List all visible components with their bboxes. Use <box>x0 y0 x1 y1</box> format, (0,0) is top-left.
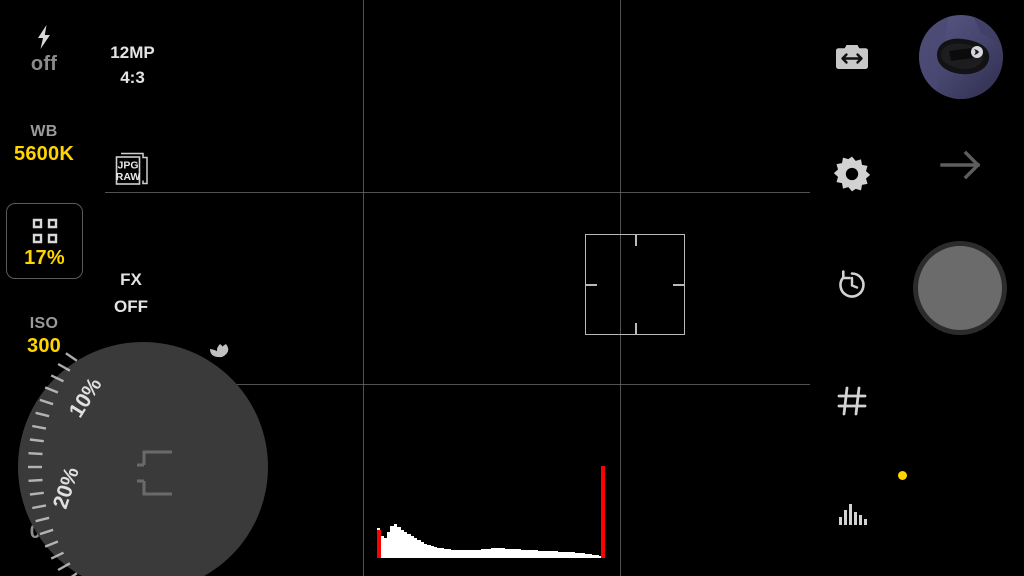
fx-value: OFF <box>114 297 148 316</box>
jpg-raw-icon: JPG RAW <box>115 152 148 185</box>
zoom-dial-indicator <box>898 471 907 480</box>
gear-settings-icon <box>833 156 871 192</box>
control-white-balance-value: 5600K <box>14 143 74 165</box>
focus-tick-left <box>586 284 597 286</box>
settings-button-rail[interactable] <box>832 154 872 194</box>
last-photo-thumbnail[interactable] <box>919 15 1003 99</box>
grid-icon <box>837 386 867 416</box>
grid-toggle-button[interactable] <box>832 381 872 421</box>
resolution-value: 12MP <box>110 43 155 62</box>
histogram-shadow-clip-indicator <box>377 530 381 558</box>
camera-app-screen: off WB 5600K 17% ISO 300 12MP 4:3 JPG RA… <box>0 0 1024 576</box>
zoom-dial-graphic: 10% 20% <box>18 342 268 576</box>
histogram-highlight-clip-indicator <box>601 466 605 558</box>
thumbnail-image <box>919 15 1003 99</box>
focus-tick-right <box>673 284 684 286</box>
control-flash-value: off <box>30 53 58 75</box>
control-focus-peaking[interactable]: 17% <box>6 203 83 279</box>
fx-label: FX <box>120 270 142 289</box>
focus-peaking-icon <box>32 218 57 244</box>
histogram-icon <box>839 504 867 525</box>
next-arrow-button[interactable] <box>932 140 990 190</box>
arrow-right-icon <box>940 150 981 180</box>
format-jpg-raw-button[interactable]: JPG RAW <box>113 152 151 188</box>
svg-text:JPG: JPG <box>117 160 138 172</box>
histogram-bars <box>377 458 606 558</box>
control-flash[interactable]: off <box>0 24 88 76</box>
fx-info[interactable]: FX OFF <box>100 266 162 320</box>
self-timer-button[interactable] <box>832 265 872 305</box>
control-focus-peaking-value: 17% <box>24 247 65 269</box>
shutter-button[interactable] <box>913 241 1007 335</box>
focus-frame[interactable] <box>585 234 685 335</box>
grid-line-horizontal-1 <box>105 192 810 193</box>
focus-tick-top <box>635 235 637 246</box>
resolution-info[interactable]: 12MP 4:3 <box>100 40 165 90</box>
zoom-dial[interactable]: 10% 20% <box>18 342 268 576</box>
self-timer-icon <box>839 270 865 298</box>
aspect-ratio-value: 4:3 <box>120 68 145 87</box>
svg-text:RAW: RAW <box>116 171 141 183</box>
focus-tick-bottom <box>635 323 637 334</box>
flash-off-icon <box>38 25 50 49</box>
camera-switch-icon <box>836 45 868 69</box>
control-iso-label: ISO <box>29 315 59 332</box>
grid-line-vertical-1 <box>363 0 364 576</box>
camera-switch-button[interactable] <box>832 38 872 78</box>
control-white-balance[interactable]: WB 5600K <box>0 122 88 166</box>
histogram-overlay <box>377 458 606 558</box>
right-action-panel <box>900 0 1024 576</box>
control-white-balance-label: WB <box>30 123 58 140</box>
histogram-toggle-button[interactable] <box>832 492 872 532</box>
